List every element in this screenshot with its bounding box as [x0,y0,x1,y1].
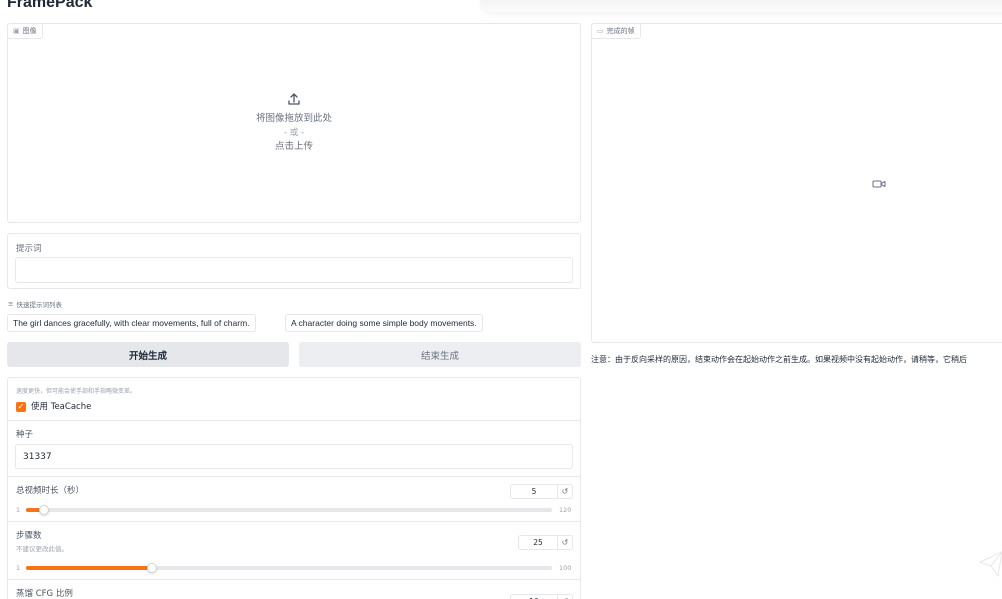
video-length-slider-thumb[interactable] [38,505,49,515]
video-length-value[interactable]: 5 [511,487,557,496]
steps-max: 100 [559,564,572,572]
teacache-label: 使用 TeaCache [31,402,92,412]
output-video-panel: ▭ 完成的帧 [591,23,1002,343]
teacache-hint: 速度更快，但可能会使手部和手指略微变差。 [16,388,137,395]
steps-number-input[interactable]: 25 ↺ [518,535,573,550]
image-upload-panel[interactable]: ▣ 图像 将图像拖放到此处 - 或 - 点击上传 [7,23,581,223]
video-camera-icon: ▭ [597,27,604,35]
video-length-slider[interactable] [26,505,552,515]
image-label: 图像 [22,27,37,35]
video-length-label: 总视频时长（秒） [16,486,85,496]
video-camera-icon [872,180,886,188]
steps-slider-fill [26,566,153,570]
steps-slider-thumb[interactable] [147,563,158,573]
steps-label: 步骤数 [16,531,42,541]
image-label-chip: ▣ 图像 [8,24,43,39]
prompt-label: 提示词 [16,244,42,254]
prompt-input[interactable] [15,257,573,283]
seed-input[interactable]: 31337 [15,444,573,469]
steps-slider[interactable] [26,563,552,573]
top-shade [480,0,1002,12]
upload-dropzone[interactable]: 将图像拖放到此处 - 或 - 点击上传 [8,92,580,154]
cfg-number-input[interactable]: 10 ↺ [510,594,573,599]
divider [8,579,580,580]
output-label-chip: ▭ 完成的帧 [592,24,641,39]
paper-plane-icon [978,551,1002,578]
divider [8,521,580,522]
image-icon: ▣ [13,27,20,35]
video-length-max: 120 [559,506,572,514]
reset-icon[interactable]: ↺ [557,595,572,599]
video-length-min: 1 [16,506,21,514]
divider [8,420,580,421]
upload-drop-text: 将图像拖放到此处 [255,113,332,124]
end-generation-button[interactable]: 结束生成 [299,342,581,367]
upload-click-text[interactable]: 点击上传 [8,140,580,154]
upload-icon [288,93,300,105]
quick-prompts-label: ≡ 快速提示词列表 [8,299,62,309]
upload-or-text: - 或 - [283,128,305,138]
quick-prompts-label-text: 快速提示词列表 [16,301,62,309]
divider [8,476,580,477]
quick-prompt-item[interactable]: A character doing some simple body movem… [285,314,483,332]
prompt-panel: 提示词 [7,233,581,289]
list-icon: ≡ [8,300,14,308]
quick-prompt-item[interactable]: The girl dances gracefully, with clear m… [7,314,256,332]
settings-panel: 速度更快，但可能会使手部和手指略微变差。 ✓ 使用 TeaCache 种子 31… [7,377,581,599]
steps-hint: 不建议更改此值。 [16,545,68,553]
video-length-number-input[interactable]: 5 ↺ [510,484,573,499]
reverse-sampling-note: 注意：由于反向采样的原因，结束动作会在起始动作之前生成。如果视频中没有起始动作，… [591,355,967,364]
steps-min: 1 [16,564,21,572]
steps-value[interactable]: 25 [519,538,557,547]
start-generation-button[interactable]: 开始生成 [7,342,289,367]
cfg-label: 蒸馏 CFG 比例 [16,589,73,599]
teacache-checkbox[interactable]: ✓ [16,402,26,412]
app-title: FramePack [7,0,93,11]
reset-icon[interactable]: ↺ [557,536,572,549]
reset-icon[interactable]: ↺ [557,485,572,498]
seed-label: 种子 [16,430,34,440]
output-label: 完成的帧 [606,27,635,35]
